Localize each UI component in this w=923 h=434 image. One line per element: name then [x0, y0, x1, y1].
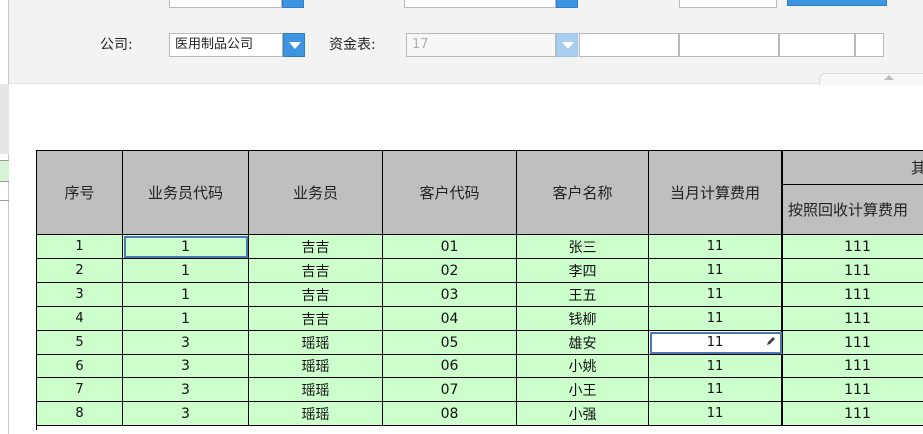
cell-rep-code[interactable]: 3 [123, 378, 249, 402]
fund-table-select-value: 17 [412, 37, 429, 52]
cell-recovery-fee[interactable]: 111 [783, 307, 923, 331]
cell-month-fee[interactable]: 11 [649, 378, 783, 402]
extra-field-3[interactable] [779, 33, 855, 57]
cell-recovery-fee[interactable]: 111 [783, 259, 923, 283]
header-group-partial: 其 [783, 151, 923, 185]
cell-cust-code[interactable]: 02 [383, 259, 517, 283]
cell-month-fee[interactable]: 11 [649, 235, 783, 259]
cell-cust-code[interactable]: 05 [383, 331, 517, 355]
cell-rep-name[interactable]: 吉吉 [249, 283, 383, 307]
cell-recovery-fee[interactable]: 111 [783, 355, 923, 378]
top-row-input[interactable] [679, 0, 777, 8]
gutter-row-marker [0, 160, 9, 182]
cell-cust-code[interactable]: 03 [383, 283, 517, 307]
cell-seq[interactable]: 1 [37, 235, 123, 259]
cell-seq[interactable]: 3 [37, 283, 123, 307]
top-row-period-select[interactable] [404, 0, 556, 8]
gutter-shade [0, 84, 9, 154]
company-select-value: 医用制品公司 [175, 37, 254, 52]
cell-cust-name[interactable]: 小姚 [517, 355, 649, 378]
cell-cust-code[interactable]: 01 [383, 235, 517, 259]
cell-seq[interactable]: 5 [37, 331, 123, 355]
pencil-icon [767, 337, 775, 345]
cell-rep-name[interactable]: 吉吉 [249, 307, 383, 331]
cell-rep-name[interactable]: 瑶瑶 [249, 355, 383, 378]
cell-seq[interactable]: 2 [37, 259, 123, 283]
header-rep-name: 业务员 [249, 151, 383, 235]
cell-rep-name[interactable]: 瑶瑶 [249, 331, 383, 355]
chevron-down-icon [289, 42, 301, 49]
collapse-tab[interactable] [819, 73, 923, 85]
cell-cust-name[interactable]: 小王 [517, 378, 649, 402]
extra-field-2[interactable] [679, 33, 779, 57]
cell-rep-name[interactable]: 吉吉 [249, 259, 383, 283]
cell-cust-name[interactable]: 张三 [517, 235, 649, 259]
cell-rep-code[interactable]: 3 [123, 402, 249, 426]
cell-rep-name[interactable]: 吉吉 [249, 235, 383, 259]
header-cust-code: 客户代码 [383, 151, 517, 235]
company-dropdown-button[interactable] [283, 33, 305, 57]
cell-cust-code[interactable]: 04 [383, 307, 517, 331]
report-window: 公司: 医用制品公司 资金表: 17 序号 业务员代码 业务员 客户代码 客户名… [0, 0, 923, 434]
report-table: 序号 业务员代码 业务员 客户代码 客户名称 当月计算费用 其 按照回收计算费用… [36, 150, 923, 430]
cell-month-fee[interactable]: 11 [649, 283, 783, 307]
cell-rep-code[interactable]: 1 [123, 259, 249, 283]
extra-field-4[interactable] [855, 33, 884, 57]
header-seq: 序号 [37, 151, 123, 235]
header-month-fee: 当月计算费用 [649, 151, 783, 235]
cell-month-fee[interactable]: 11 [649, 331, 783, 355]
chevron-up-icon [884, 75, 894, 80]
gutter-divider [0, 200, 9, 201]
fund-table-label: 资金表: [329, 37, 376, 53]
filter-panel: 公司: 医用制品公司 资金表: 17 [9, 0, 923, 85]
cell-recovery-fee[interactable]: 111 [783, 331, 923, 355]
cell-recovery-fee[interactable]: 111 [783, 378, 923, 402]
top-row-dropdown-button[interactable] [282, 0, 304, 8]
cell-cust-code[interactable]: 08 [383, 402, 517, 426]
company-label: 公司: [100, 37, 133, 53]
cell-month-fee[interactable]: 11 [649, 259, 783, 283]
query-button[interactable] [787, 0, 887, 6]
chevron-down-icon [562, 42, 574, 49]
extra-field-1[interactable] [579, 33, 679, 57]
cell-cust-name[interactable]: 王五 [517, 283, 649, 307]
cell-rep-code[interactable]: 3 [123, 331, 249, 355]
cell-month-fee[interactable]: 11 [649, 355, 783, 378]
cell-cust-name[interactable]: 小强 [517, 402, 649, 426]
cell-seq[interactable]: 6 [37, 355, 123, 378]
cell-recovery-fee[interactable]: 111 [783, 235, 923, 259]
cell-cust-code[interactable]: 07 [383, 378, 517, 402]
cell-rep-code[interactable]: 3 [123, 355, 249, 378]
cell-month-fee-value: 11 [706, 335, 724, 350]
cell-rep-name[interactable]: 瑶瑶 [249, 378, 383, 402]
company-select[interactable]: 医用制品公司 [169, 33, 283, 57]
left-gutter [0, 0, 9, 434]
top-row-period-dropdown-button[interactable] [556, 0, 578, 8]
cell-month-fee[interactable]: 11 [649, 307, 783, 331]
cell-rep-code[interactable]: 1 [123, 283, 249, 307]
cell-cust-name[interactable]: 李四 [517, 259, 649, 283]
cell-seq[interactable]: 4 [37, 307, 123, 331]
top-row-select[interactable] [169, 0, 282, 8]
cell-cust-code[interactable]: 06 [383, 355, 517, 378]
header-rep-code: 业务员代码 [123, 151, 249, 235]
cell-rep-name[interactable]: 瑶瑶 [249, 402, 383, 426]
fund-table-select[interactable]: 17 [406, 33, 556, 57]
fund-table-dropdown-button[interactable] [556, 33, 578, 57]
header-cust-name: 客户名称 [517, 151, 649, 235]
header-recovery-fee: 按照回收计算费用 [783, 185, 923, 235]
cell-recovery-fee[interactable]: 111 [783, 402, 923, 426]
cell-recovery-fee[interactable]: 111 [783, 283, 923, 307]
cell-seq[interactable]: 7 [37, 378, 123, 402]
cell-rep-code[interactable]: 1 [123, 307, 249, 331]
cell-cust-name[interactable]: 雄安 [517, 331, 649, 355]
cell-seq[interactable]: 8 [37, 402, 123, 426]
cell-cust-name[interactable]: 钱柳 [517, 307, 649, 331]
cell-rep-code[interactable]: 1 [123, 235, 249, 259]
cell-month-fee[interactable]: 11 [649, 402, 783, 426]
